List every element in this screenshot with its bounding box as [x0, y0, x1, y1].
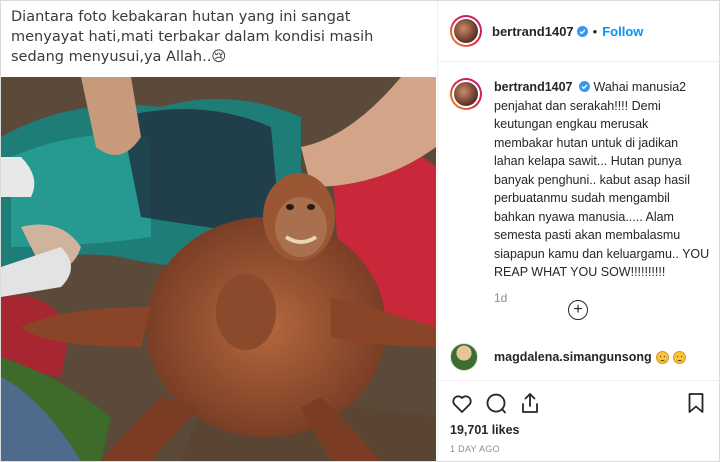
caption-username[interactable]: bertrand1407: [494, 80, 573, 94]
caption-time[interactable]: 1d: [494, 291, 710, 305]
author-avatar[interactable]: [450, 15, 482, 47]
post-sidebar: bertrand1407 • Follow bertrand1407 Wahai…: [437, 1, 719, 461]
caption-text-block: bertrand1407 Wahai manusia2 penjahat dan…: [494, 78, 710, 282]
action-icons: [450, 391, 552, 415]
image-caption-text: Diantara foto kebakaran hutan yang ini s…: [11, 9, 374, 65]
caption-text: Wahai manusia2 penjahat dan serakah!!!! …: [494, 80, 710, 279]
author-caption-comment: bertrand1407 Wahai manusia2 penjahat dan…: [450, 78, 710, 305]
instagram-post-window: Diantara foto kebakaran hutan yang ini s…: [0, 0, 720, 462]
sad-emoji-icon: [672, 350, 686, 364]
verified-badge-icon: [579, 81, 590, 92]
share-icon[interactable]: [518, 391, 542, 415]
verified-badge-icon: [576, 25, 588, 37]
bookmark-icon[interactable]: [684, 391, 708, 415]
comment-icon[interactable]: [484, 391, 508, 415]
post-header: bertrand1407 • Follow: [438, 1, 719, 62]
image-caption-overlay: Diantara foto kebakaran hutan yang ini s…: [1, 1, 436, 77]
orangutan-photo-illustration: [1, 77, 436, 461]
post-photo[interactable]: [1, 77, 436, 461]
header-separator: •: [592, 23, 598, 39]
follow-button[interactable]: Follow: [602, 24, 643, 39]
commenter-username[interactable]: magdalena.simangunsong: [494, 350, 652, 364]
post-actions-bar: 19,701 likes 1 DAY AGO: [438, 380, 719, 461]
caption-author-avatar[interactable]: [450, 78, 482, 110]
like-count[interactable]: 19,701 likes: [450, 423, 520, 437]
post-timestamp[interactable]: 1 DAY AGO: [450, 444, 500, 454]
comments-section[interactable]: bertrand1407 Wahai manusia2 penjahat dan…: [438, 62, 719, 376]
load-more-comments-button[interactable]: +: [568, 300, 588, 320]
heart-icon[interactable]: [450, 391, 474, 415]
comment-row: magdalena.simangunsong: [450, 343, 686, 371]
post-media[interactable]: Diantara foto kebakaran hutan yang ini s…: [1, 1, 436, 461]
sad-emoji-icon: [655, 350, 669, 364]
commenter-avatar[interactable]: [450, 343, 478, 371]
author-username[interactable]: bertrand1407: [492, 24, 574, 39]
